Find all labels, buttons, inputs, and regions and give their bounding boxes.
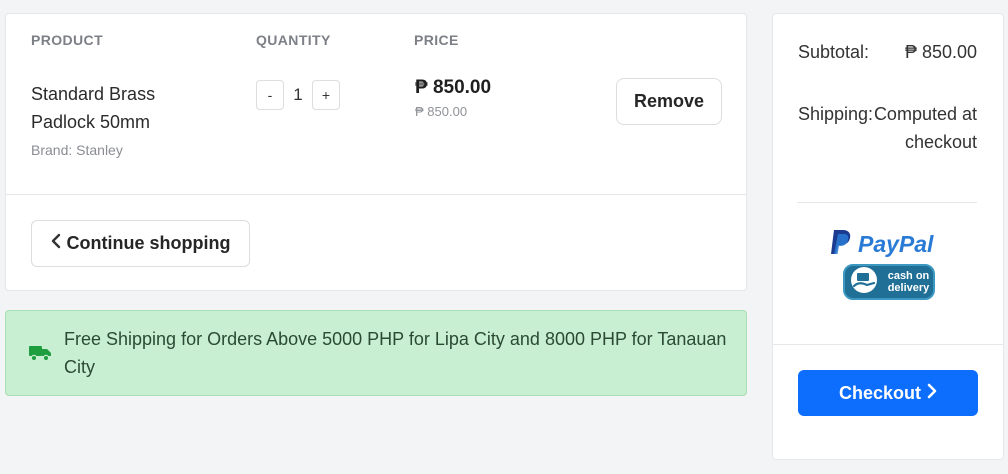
product-brand: Brand: Stanley: [31, 142, 123, 158]
column-header-quantity: QUANTITY: [256, 32, 331, 48]
remove-button[interactable]: Remove: [616, 78, 722, 125]
delivery-hand-icon: [849, 266, 879, 299]
paypal-logo: PayPal: [830, 228, 933, 261]
order-summary-card: Subtotal: ₱ 850.00 Shipping: Computed at…: [772, 13, 1004, 460]
chevron-left-icon: [51, 233, 61, 254]
checkout-label: Checkout: [838, 382, 921, 403]
quantity-stepper: - 1 +: [256, 80, 340, 110]
item-price: ₱ 850.00: [415, 77, 492, 98]
truck-icon: [28, 344, 52, 367]
free-shipping-notice: Free Shipping for Orders Above 5000 PHP …: [5, 310, 747, 396]
chevron-right-icon: [927, 383, 937, 404]
product-name[interactable]: Standard Brass Padlock 50mm: [31, 80, 211, 136]
continue-shopping-button[interactable]: Continue shopping: [31, 220, 250, 267]
quantity-value: 1: [293, 85, 303, 104]
shipping-value: Computed at checkout: [873, 104, 977, 152]
divider: [773, 344, 1003, 345]
column-header-price: PRICE: [414, 32, 459, 48]
paypal-wordmark: PayPal: [858, 231, 934, 257]
subtotal-label: Subtotal:: [798, 42, 870, 62]
cash-on-delivery-badge: cash on delivery: [843, 264, 935, 300]
divider: [797, 202, 977, 203]
item-unit-price: ₱ 850.00: [415, 104, 468, 119]
divider: [6, 194, 746, 195]
column-header-product: PRODUCT: [31, 32, 104, 48]
shipping-label: Shipping:: [798, 104, 874, 124]
paypal-p-icon: [830, 228, 852, 261]
checkout-button[interactable]: Checkout: [798, 370, 978, 416]
cart-card: PRODUCT QUANTITY PRICE Standard Brass Pa…: [5, 13, 747, 291]
free-shipping-text: Free Shipping for Orders Above 5000 PHP …: [64, 329, 727, 377]
quantity-decrease-button[interactable]: -: [256, 80, 284, 110]
continue-shopping-label: Continue shopping: [66, 233, 231, 253]
quantity-increase-button[interactable]: +: [312, 80, 340, 110]
subtotal-value: ₱ 850.00: [904, 42, 977, 62]
cash-on-delivery-label: cash on delivery: [887, 270, 930, 294]
